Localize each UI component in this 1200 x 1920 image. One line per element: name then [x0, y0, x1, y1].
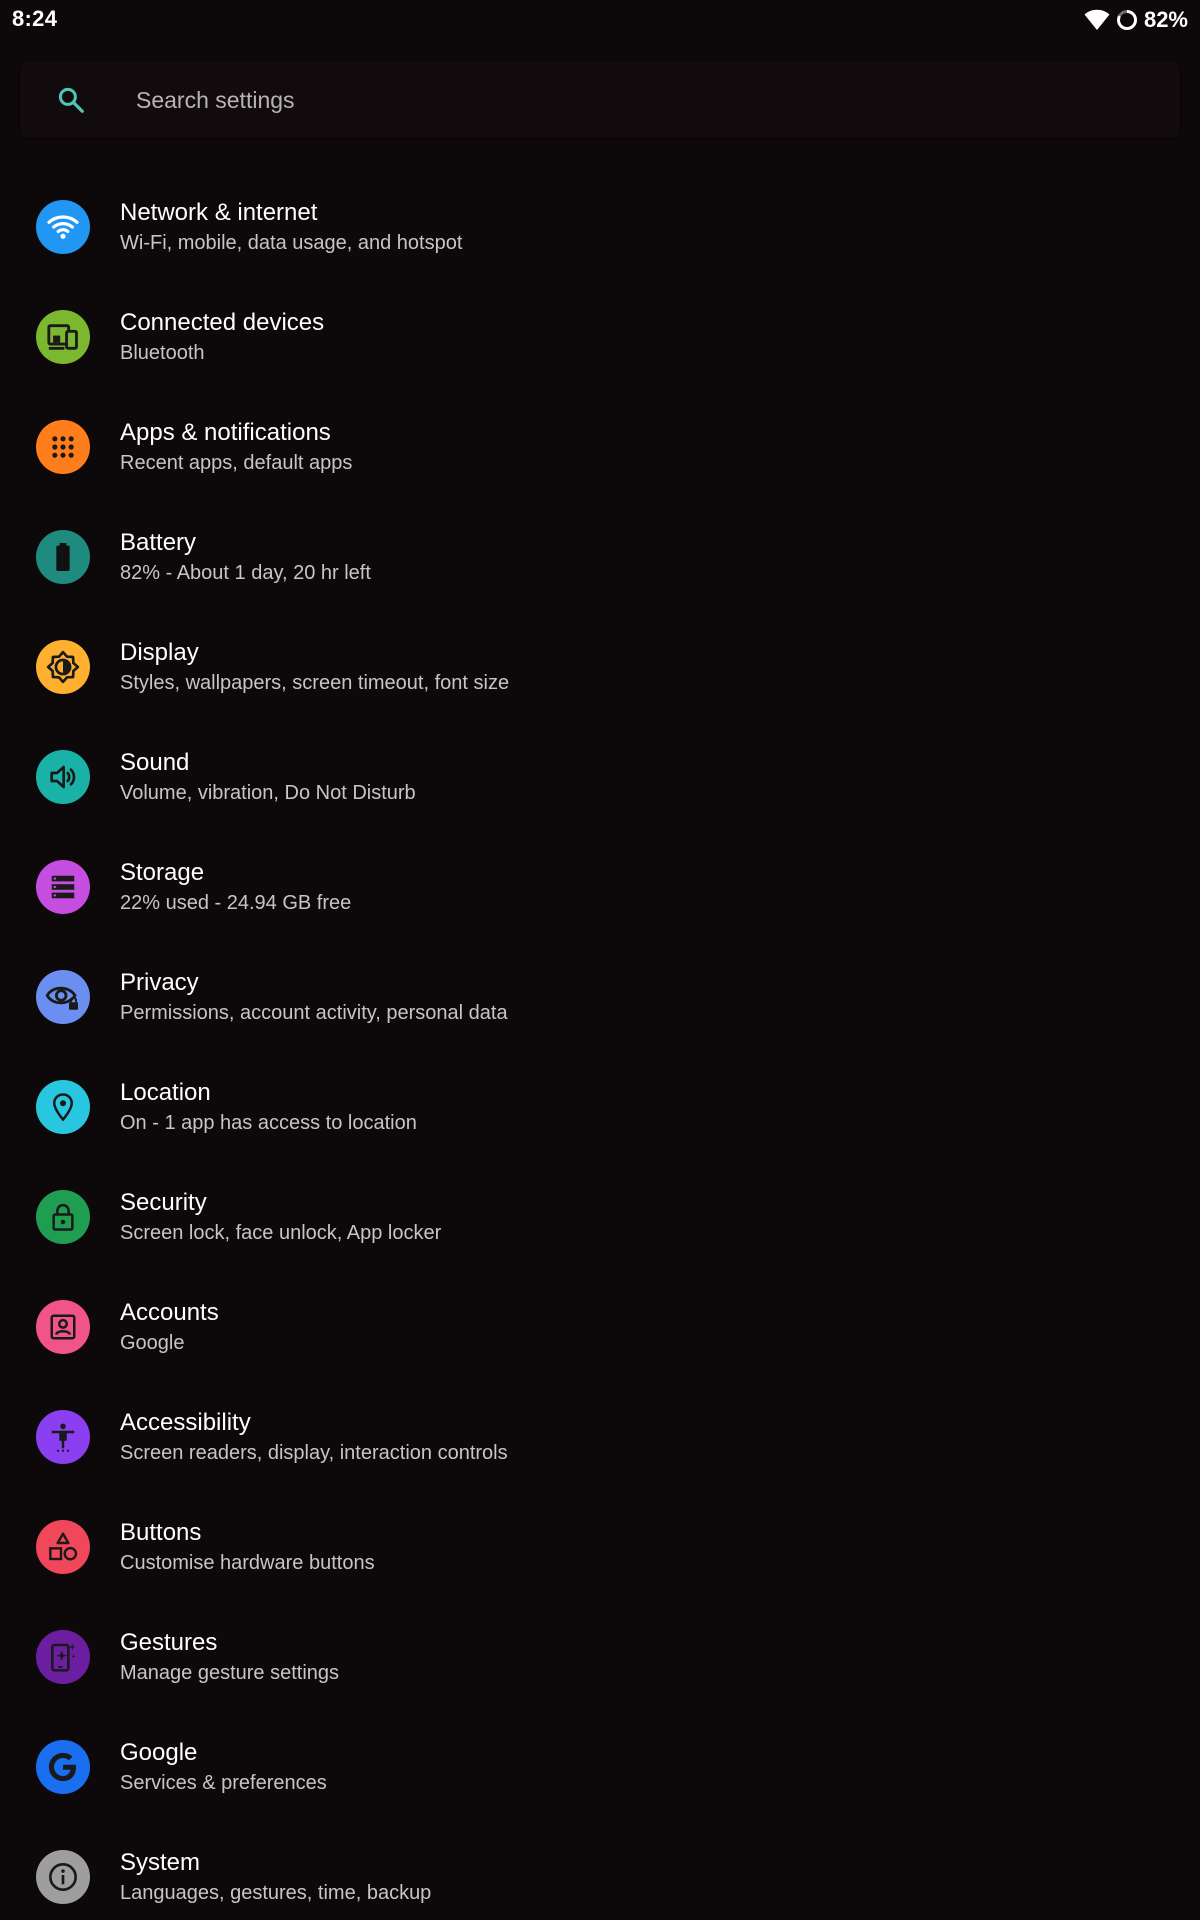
info-icon [36, 1850, 90, 1904]
item-title: Apps & notifications [120, 419, 331, 446]
item-title: System [120, 1849, 201, 1876]
accessibility-icon [36, 1410, 90, 1464]
settings-item-text: Accessibility Screen readers, display, i… [120, 1408, 508, 1467]
settings-item-text: Security Screen lock, face unlock, App l… [120, 1188, 441, 1247]
item-subtitle: Volume, vibration, Do Not Disturb [120, 782, 416, 804]
settings-item-text: Privacy Permissions, account activity, p… [120, 968, 508, 1027]
item-subtitle: Bluetooth [120, 342, 205, 364]
settings-item-text: Storage 22% used - 24.94 GB free [120, 858, 351, 917]
devices-icon [36, 310, 90, 364]
item-title: Buttons [120, 1519, 202, 1546]
search-input[interactable]: Search settings [136, 87, 295, 114]
item-title: Google [120, 1739, 198, 1766]
apps-grid-icon [36, 420, 90, 474]
settings-item-battery[interactable]: Battery 82% - About 1 day, 20 hr left [0, 500, 1200, 610]
settings-item-text: Buttons Customise hardware buttons [120, 1518, 375, 1577]
item-title: Display [120, 639, 199, 666]
settings-item-buttons[interactable]: Buttons Customise hardware buttons [0, 1490, 1200, 1600]
item-title: Connected devices [120, 309, 325, 336]
item-subtitle: Screen lock, face unlock, App locker [120, 1222, 442, 1244]
storage-icon [36, 860, 90, 914]
wifi-icon [1084, 9, 1110, 31]
settings-item-storage[interactable]: Storage 22% used - 24.94 GB free [0, 830, 1200, 940]
item-title: Accessibility [120, 1409, 251, 1436]
item-subtitle: Languages, gestures, time, backup [120, 1882, 432, 1904]
settings-list: Network & internet Wi-Fi, mobile, data u… [0, 170, 1200, 1920]
settings-item-sound[interactable]: Sound Volume, vibration, Do Not Disturb [0, 720, 1200, 830]
search-bar[interactable]: Search settings [20, 62, 1180, 138]
item-subtitle: Permissions, account activity, personal … [120, 1002, 508, 1024]
item-title: Privacy [120, 969, 199, 996]
settings-item-text: Network & internet Wi-Fi, mobile, data u… [120, 198, 462, 257]
gesture-phone-icon [36, 1630, 90, 1684]
status-time: 8:24 [12, 6, 58, 31]
search-icon [56, 85, 106, 115]
eye-lock-icon [36, 970, 90, 1024]
settings-item-text: Gestures Manage gesture settings [120, 1628, 339, 1687]
item-subtitle: Wi-Fi, mobile, data usage, and hotspot [120, 232, 463, 254]
settings-item-apps[interactable]: Apps & notifications Recent apps, defaul… [0, 390, 1200, 500]
lock-icon [36, 1190, 90, 1244]
volume-icon [36, 750, 90, 804]
settings-item-text: Battery 82% - About 1 day, 20 hr left [120, 528, 371, 587]
item-title: Gestures [120, 1629, 218, 1656]
settings-item-accounts[interactable]: Accounts Google [0, 1270, 1200, 1380]
settings-item-google[interactable]: Google Services & preferences [0, 1710, 1200, 1820]
settings-item-text: System Languages, gestures, time, backup [120, 1848, 431, 1907]
item-title: Security [120, 1189, 207, 1216]
settings-item-network[interactable]: Network & internet Wi-Fi, mobile, data u… [0, 170, 1200, 280]
item-title: Accounts [120, 1299, 219, 1326]
status-icons: 82% [1084, 6, 1188, 34]
settings-item-system[interactable]: System Languages, gestures, time, backup [0, 1820, 1200, 1920]
item-subtitle: On - 1 app has access to location [120, 1112, 417, 1134]
settings-item-text: Apps & notifications Recent apps, defaul… [120, 418, 352, 477]
item-title: Sound [120, 749, 190, 776]
shapes-icon [36, 1520, 90, 1574]
google-icon [36, 1740, 90, 1794]
item-title: Network & internet [120, 199, 318, 226]
item-subtitle: Styles, wallpapers, screen timeout, font… [120, 672, 510, 694]
battery-ring-icon [1116, 9, 1138, 31]
wifi-icon [36, 200, 90, 254]
item-subtitle: Screen readers, display, interaction con… [120, 1442, 508, 1464]
location-pin-icon [36, 1080, 90, 1134]
battery-icon [36, 530, 90, 584]
settings-item-text: Location On - 1 app has access to locati… [120, 1078, 417, 1137]
settings-item-accessibility[interactable]: Accessibility Screen readers, display, i… [0, 1380, 1200, 1490]
settings-item-location[interactable]: Location On - 1 app has access to locati… [0, 1050, 1200, 1160]
account-box-icon [36, 1300, 90, 1354]
settings-item-gestures[interactable]: Gestures Manage gesture settings [0, 1600, 1200, 1710]
settings-item-text: Google Services & preferences [120, 1738, 327, 1797]
settings-item-text: Display Styles, wallpapers, screen timeo… [120, 638, 509, 697]
battery-percent: 82% [1143, 7, 1188, 32]
item-title: Storage [120, 859, 205, 886]
item-subtitle: Services & preferences [120, 1772, 327, 1794]
settings-item-security[interactable]: Security Screen lock, face unlock, App l… [0, 1160, 1200, 1270]
settings-item-text: Connected devices Bluetooth [120, 308, 324, 367]
item-subtitle: 22% used - 24.94 GB free [120, 892, 352, 914]
item-title: Location [120, 1079, 211, 1106]
brightness-icon [36, 640, 90, 694]
item-subtitle: Customise hardware buttons [120, 1552, 375, 1574]
status-bar: 8:24 82% [0, 0, 1200, 40]
settings-item-connected-devices[interactable]: Connected devices Bluetooth [0, 280, 1200, 390]
settings-item-text: Accounts Google [120, 1298, 219, 1357]
settings-item-text: Sound Volume, vibration, Do Not Disturb [120, 748, 416, 807]
item-subtitle: Manage gesture settings [120, 1662, 340, 1684]
settings-screen: 8:24 82% Search settings Network & inter… [0, 0, 1200, 1920]
item-subtitle: Recent apps, default apps [120, 452, 353, 474]
item-subtitle: 82% - About 1 day, 20 hr left [120, 562, 371, 584]
item-title: Battery [120, 529, 197, 556]
settings-item-privacy[interactable]: Privacy Permissions, account activity, p… [0, 940, 1200, 1050]
item-subtitle: Google [120, 1332, 185, 1354]
settings-item-display[interactable]: Display Styles, wallpapers, screen timeo… [0, 610, 1200, 720]
